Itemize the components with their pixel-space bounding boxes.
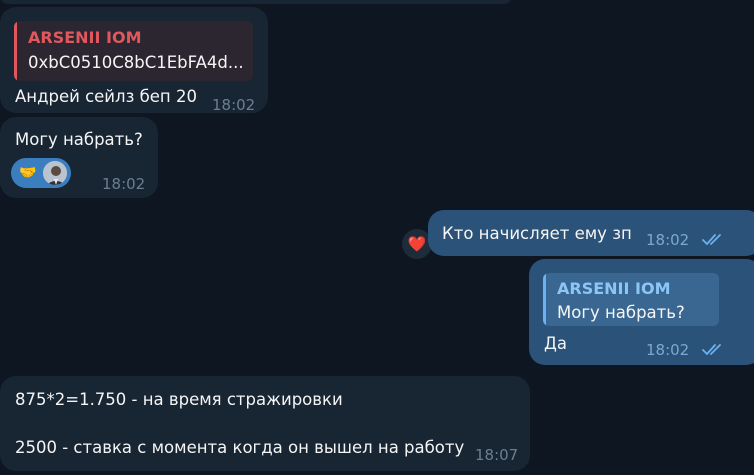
reply-accent-bar <box>14 21 17 81</box>
message-time: 18:02 <box>646 341 690 359</box>
message-line: 875*2=1.750 - на время стражировки <box>15 390 343 409</box>
reply-quote[interactable]: ARSENII IOM Могу набрать? <box>543 273 719 326</box>
chat-history: ARSENII IOM 0xbC0510C8bC1EbFA4d... Андре… <box>0 0 754 475</box>
reply-author: ARSENII IOM <box>28 28 142 47</box>
read-checks-icon <box>702 234 721 245</box>
message-time: 18:07 <box>475 446 519 464</box>
message-line: 2500 - ставка с момента когда он вышел н… <box>15 438 465 457</box>
message-text: Андрей сейлз беп 20 <box>15 87 197 106</box>
read-checks-icon <box>702 344 721 355</box>
avatar <box>42 160 68 186</box>
message-bubble[interactable]: ARSENII IOM Могу набрать? Да 18:02 <box>529 259 754 365</box>
message-text: Могу набрать? <box>15 130 143 149</box>
reply-text: 0xbC0510C8bC1EbFA4d... <box>28 53 244 72</box>
message-time: 18:02 <box>212 96 256 114</box>
message-bubble[interactable]: Могу набрать? 🤝 18:02 <box>0 117 158 198</box>
message-time: 18:02 <box>102 175 146 193</box>
message-bubble[interactable]: 875*2=1.750 - на время стражировки 2500 … <box>0 376 530 471</box>
reply-author: ARSENII IOM <box>557 279 671 298</box>
message-time: 18:02 <box>646 231 690 249</box>
handshake-icon: 🤝 <box>15 160 41 186</box>
previous-message-fragment[interactable] <box>0 0 512 4</box>
reply-quote[interactable]: ARSENII IOM 0xbC0510C8bC1EbFA4d... <box>14 21 253 81</box>
message-text: Да <box>544 334 568 353</box>
message-bubble[interactable]: Кто начисляет ему зп 18:02 <box>428 210 754 256</box>
message-bubble[interactable]: ARSENII IOM 0xbC0510C8bC1EbFA4d... Андре… <box>0 7 268 114</box>
message-text: Кто начисляет ему зп <box>442 224 632 243</box>
reply-text: Могу набрать? <box>557 303 685 322</box>
reply-accent-bar <box>543 273 546 326</box>
reaction-chip[interactable]: 🤝 <box>11 158 71 188</box>
